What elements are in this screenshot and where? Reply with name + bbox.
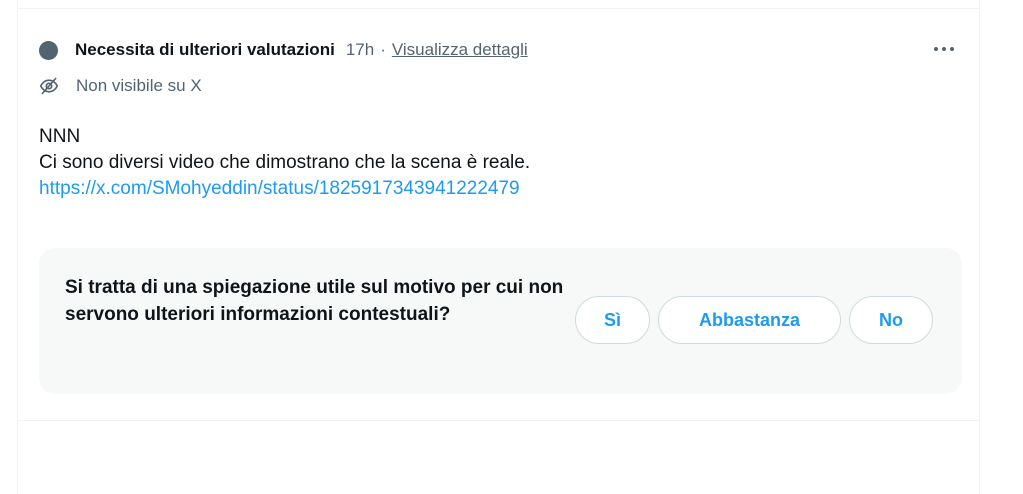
more-options-button[interactable] xyxy=(930,37,958,61)
rating-prompt-panel: Si tratta di una spiegazione utile sul m… xyxy=(39,248,962,394)
note-timestamp: 17h xyxy=(345,40,375,59)
status-dot-icon xyxy=(39,40,58,60)
note-status-title: Necessita di ulteriori valutazioni xyxy=(75,40,335,59)
rating-button-group: Sì Abbastanza No xyxy=(575,296,933,344)
rating-no-button[interactable]: No xyxy=(849,296,933,344)
note-header: Necessita di ulteriori valutazioni 17h ·… xyxy=(39,39,958,61)
note-source-link[interactable]: https://x.com/SMohyeddin/status/18259173… xyxy=(39,176,958,202)
note-body: NNN Ci sono diversi video che dimostrano… xyxy=(39,124,958,202)
view-details-link[interactable]: Visualizza dettagli xyxy=(392,40,528,60)
more-horizontal-icon xyxy=(934,47,938,51)
note-body-line: Ci sono diversi video che dimostrano che… xyxy=(39,152,531,173)
more-horizontal-icon xyxy=(950,47,954,51)
eye-slash-icon xyxy=(39,76,59,96)
visibility-row: Non visibile su X xyxy=(39,75,202,97)
more-horizontal-icon xyxy=(942,47,946,51)
timeline-column: Necessita di ulteriori valutazioni 17h ·… xyxy=(17,0,980,494)
community-note-card: Necessita di ulteriori valutazioni 17h ·… xyxy=(18,9,979,421)
rating-somewhat-button[interactable]: Abbastanza xyxy=(658,296,841,344)
visibility-status-text: Non visibile su X xyxy=(76,76,202,95)
page: Necessita di ulteriori valutazioni 17h ·… xyxy=(0,0,1023,494)
rating-yes-button[interactable]: Sì xyxy=(575,296,650,344)
note-body-line: NNN xyxy=(39,126,81,147)
rating-question: Si tratta di una spiegazione utile sul m… xyxy=(65,277,564,325)
meta-separator: · xyxy=(380,40,386,59)
